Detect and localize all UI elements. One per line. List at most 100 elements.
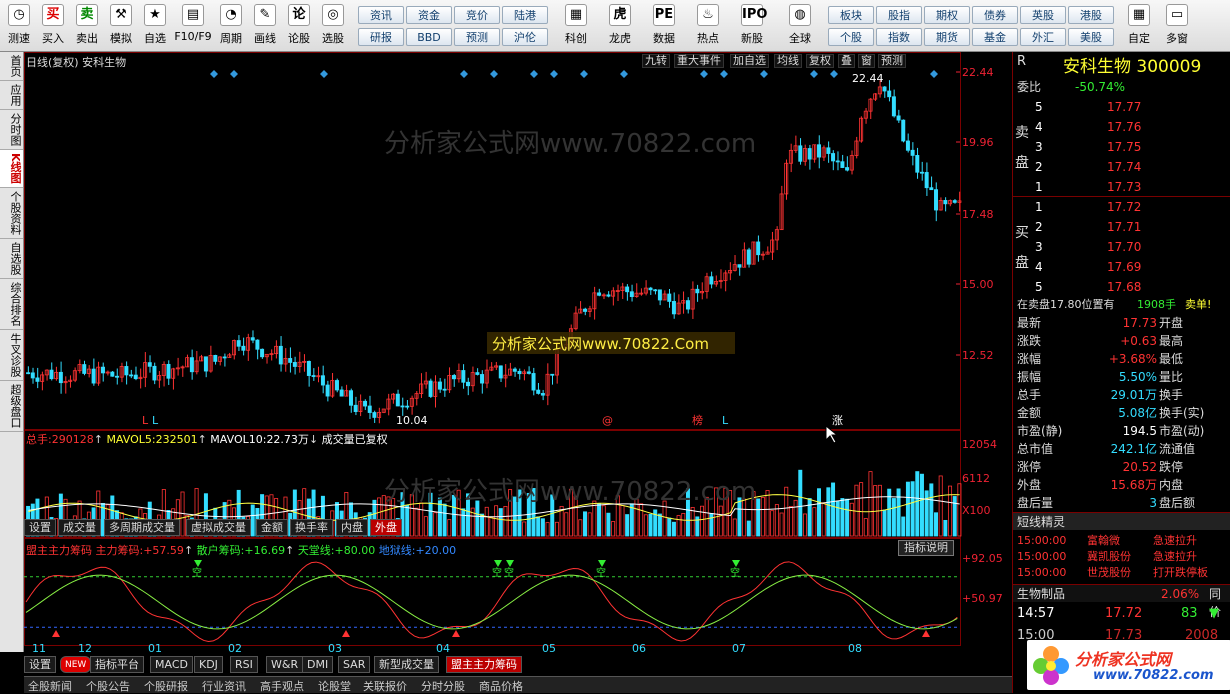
- indicator-tab-7[interactable]: DMI: [302, 656, 334, 673]
- volume-tab-1[interactable]: 成交量: [58, 519, 101, 536]
- kline-button-6[interactable]: 窗: [858, 54, 875, 68]
- bottom-tab-3[interactable]: 行业资讯: [202, 678, 246, 694]
- sell-level-price[interactable]: 17.77: [1107, 98, 1141, 116]
- toolbar-button-window[interactable]: ▭ 多窗: [1158, 4, 1196, 50]
- bottom-tab-8[interactable]: 商品价格: [479, 678, 523, 694]
- toolbar-button-pen[interactable]: ✎ 画线: [248, 4, 282, 50]
- toolbar-button-hammer[interactable]: ⚒ 模拟: [104, 4, 138, 50]
- buy-level-price[interactable]: 17.72: [1107, 198, 1141, 216]
- volume-tab-0[interactable]: 设置: [24, 519, 56, 536]
- bottom-tab-5[interactable]: 论股堂: [318, 678, 351, 694]
- kline-event-marker[interactable]: L: [722, 414, 729, 427]
- indicator-tab-2[interactable]: 指标平台: [90, 656, 144, 673]
- buy-level-price[interactable]: 17.69: [1107, 258, 1141, 276]
- market-link-4-top[interactable]: 英股: [1020, 6, 1066, 24]
- market-link-4-bottom[interactable]: 外汇: [1020, 28, 1066, 46]
- kline-event-marker[interactable]: 涨: [832, 414, 843, 427]
- indicator-tab-0[interactable]: 设置: [24, 656, 56, 673]
- toolbar-button-star[interactable]: ★ 自选: [138, 4, 172, 50]
- volume-tab-3[interactable]: 虚拟成交量: [186, 519, 251, 536]
- kline-button-5[interactable]: 叠: [838, 54, 855, 68]
- toolbar-button-select-stock[interactable]: ◎ 选股: [316, 4, 350, 50]
- toolbar-button-buy[interactable]: 买买入: [36, 4, 70, 50]
- toolbar-button-f10[interactable]: ▤ F10/F9: [172, 4, 214, 50]
- indicator-tab-3[interactable]: MACD: [150, 656, 193, 673]
- volume-tab-5[interactable]: 换手率: [290, 519, 333, 536]
- indicator-tab-5[interactable]: RSI: [230, 656, 258, 673]
- sell-level-price[interactable]: 17.76: [1107, 118, 1141, 136]
- left-tab-7[interactable]: 牛叉诊股: [0, 330, 23, 381]
- market-link-5-bottom[interactable]: 美股: [1068, 28, 1114, 46]
- kline-button-7[interactable]: 预测: [878, 54, 906, 68]
- toolbar-button-discuss[interactable]: 论论股: [282, 4, 316, 50]
- volume-tab-7[interactable]: 外盘: [370, 519, 402, 536]
- toolbar-button-ipo[interactable]: IPO 新股: [730, 4, 774, 50]
- kline-event-marker[interactable]: L: [142, 414, 149, 427]
- quick-link-1-bottom[interactable]: BBD: [406, 28, 452, 46]
- market-link-0-bottom[interactable]: 个股: [828, 28, 874, 46]
- volume-tab-6[interactable]: 内盘: [336, 519, 368, 536]
- toolbar-button-hot[interactable]: ♨ 热点: [686, 4, 730, 50]
- bottom-tab-2[interactable]: 个股研报: [144, 678, 188, 694]
- toolbar-button-chart[interactable]: ▦ 科创: [554, 4, 598, 50]
- indicator-help-button[interactable]: 指标说明: [898, 540, 954, 556]
- bottom-tab-6[interactable]: 关联报价: [363, 678, 407, 694]
- kline-event-marker[interactable]: 榜: [692, 413, 703, 427]
- quick-link-1-top[interactable]: 资金: [406, 6, 452, 24]
- kline-button-3[interactable]: 均线: [774, 54, 802, 68]
- buy-level-price[interactable]: 17.68: [1107, 278, 1141, 296]
- kline-button-2[interactable]: 加自选: [730, 54, 769, 68]
- kline-button-1[interactable]: 重大事件: [674, 54, 724, 68]
- left-tab-4[interactable]: 个股资料: [0, 188, 23, 239]
- buy-level-price[interactable]: 17.71: [1107, 218, 1141, 236]
- market-link-1-top[interactable]: 股指: [876, 6, 922, 24]
- sprite-row[interactable]: 15:00:00 世茂股份 打开跌停板: [1013, 564, 1230, 582]
- indicator-tab-4[interactable]: KDJ: [194, 656, 223, 673]
- quick-link-2-bottom[interactable]: 预测: [454, 28, 500, 46]
- toolbar-button-tiger[interactable]: 虎龙虎: [598, 4, 642, 50]
- left-tab-6[interactable]: 综合排名: [0, 279, 23, 330]
- kline-event-marker[interactable]: L: [152, 414, 159, 427]
- sector-row[interactable]: 生物制品 2.06% 同价: [1013, 584, 1230, 619]
- toolbar-button-clock[interactable]: ◷ 测速: [2, 4, 36, 50]
- market-link-2-bottom[interactable]: 期货: [924, 28, 970, 46]
- toolbar-button-sell[interactable]: 卖卖出: [70, 4, 104, 50]
- volume-tab-4[interactable]: 金额: [256, 519, 288, 536]
- left-tab-1[interactable]: 应用: [0, 81, 23, 110]
- buy-level-price[interactable]: 17.70: [1107, 238, 1141, 256]
- left-tab-5[interactable]: 自选股: [0, 239, 23, 279]
- left-tab-0[interactable]: 首页: [0, 52, 23, 81]
- left-tab-2[interactable]: 分时图: [0, 110, 23, 150]
- market-link-2-top[interactable]: 期权: [924, 6, 970, 24]
- kline-button-4[interactable]: 复权: [806, 54, 834, 68]
- sprite-title[interactable]: 短线精灵: [1013, 512, 1230, 530]
- market-link-3-top[interactable]: 债券: [972, 6, 1018, 24]
- left-tab-8[interactable]: 超级盘口: [0, 381, 23, 432]
- sell-level-price[interactable]: 17.75: [1107, 138, 1141, 156]
- indicator-tab-9[interactable]: 新型成交量: [374, 656, 439, 673]
- toolbar-button-period[interactable]: ◔ 周期: [214, 4, 248, 50]
- market-link-1-bottom[interactable]: 指数: [876, 28, 922, 46]
- kline-button-0[interactable]: 九转: [642, 54, 670, 68]
- bottom-tab-1[interactable]: 个股公告: [86, 678, 130, 694]
- bottom-tab-0[interactable]: 全股新闻: [28, 678, 72, 694]
- sell-level-price[interactable]: 17.73: [1107, 178, 1141, 196]
- left-tab-3[interactable]: K线图: [0, 150, 23, 188]
- quick-link-2-top[interactable]: 竞价: [454, 6, 500, 24]
- indicator-tab-6[interactable]: W&R: [266, 656, 304, 673]
- volume-tab-2[interactable]: 多周期成交量: [104, 519, 180, 536]
- quick-link-0-bottom[interactable]: 研报: [358, 28, 404, 46]
- quick-link-3-top[interactable]: 陆港: [502, 6, 548, 24]
- market-link-3-bottom[interactable]: 基金: [972, 28, 1018, 46]
- bottom-tab-7[interactable]: 分时分股: [421, 678, 465, 694]
- toolbar-button-globe[interactable]: ◍ 全球: [774, 4, 826, 50]
- quick-link-3-bottom[interactable]: 沪伦: [502, 28, 548, 46]
- quick-link-0-top[interactable]: 资讯: [358, 6, 404, 24]
- bottom-tab-4[interactable]: 高手观点: [260, 678, 304, 694]
- kline-event-marker[interactable]: @: [602, 414, 613, 427]
- sell-level-price[interactable]: 17.74: [1107, 158, 1141, 176]
- indicator-tab-8[interactable]: SAR: [338, 656, 371, 673]
- indicator-tab-1[interactable]: NEW: [60, 656, 92, 673]
- indicator-tab-10[interactable]: 盟主主力筹码: [446, 656, 522, 673]
- toolbar-button-pe[interactable]: PE 数据: [642, 4, 686, 50]
